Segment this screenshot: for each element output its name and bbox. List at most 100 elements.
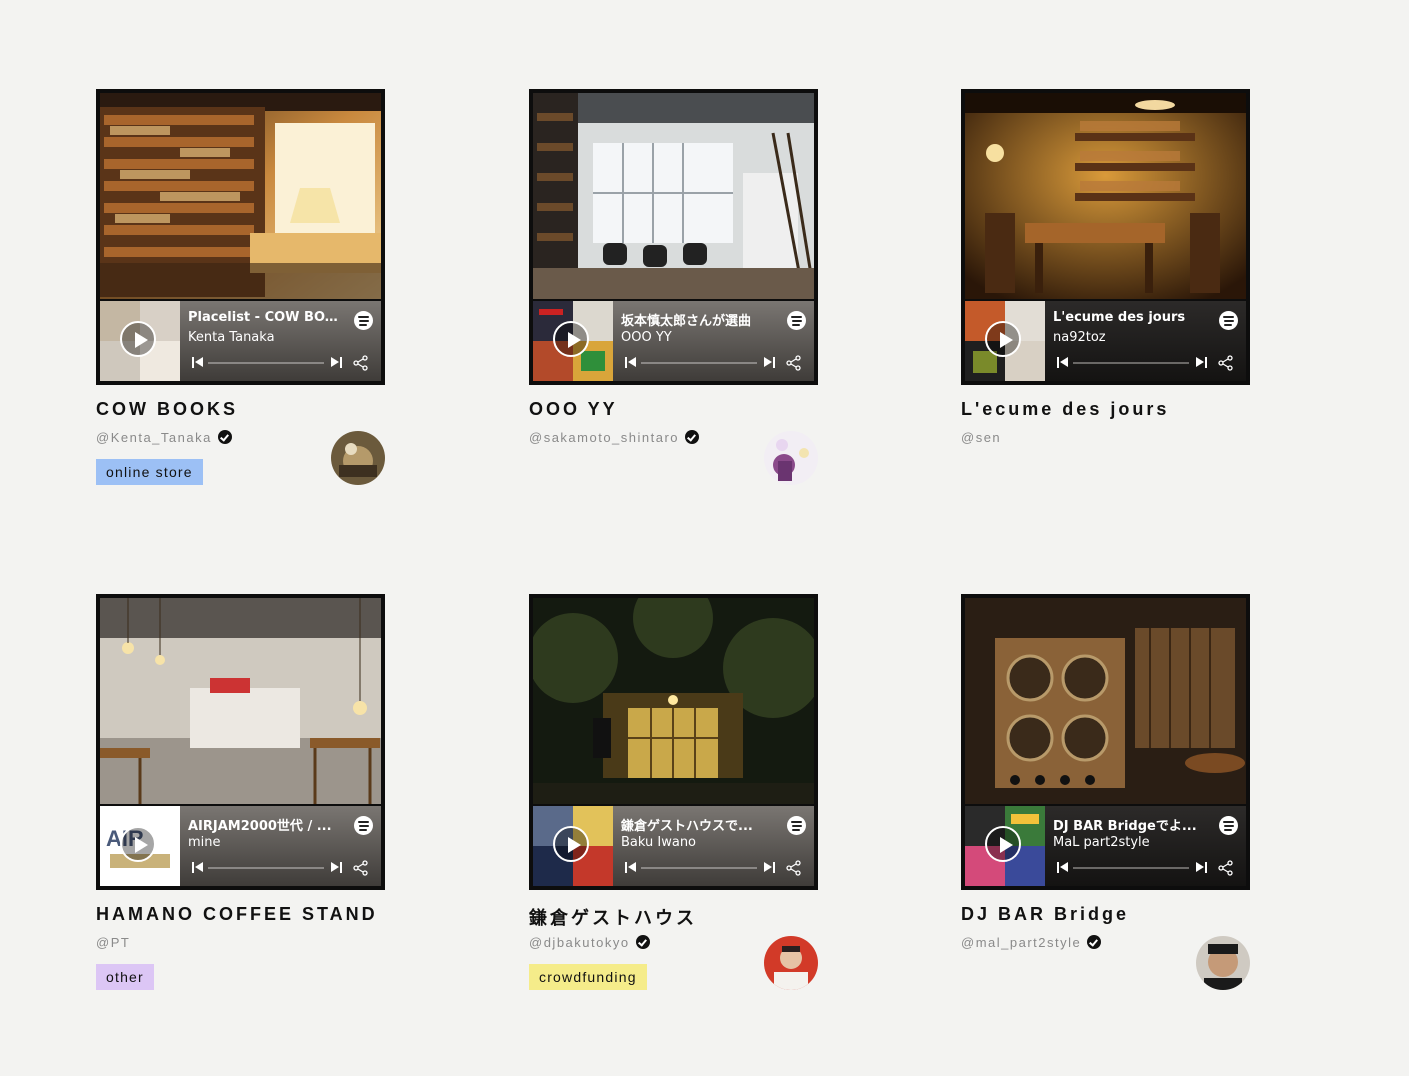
user-handle[interactable]: @PT (96, 935, 130, 950)
avatar[interactable] (764, 936, 818, 990)
previous-track-icon[interactable] (1057, 357, 1068, 368)
venue-photo[interactable] (965, 598, 1246, 804)
progress-bar[interactable] (1073, 867, 1189, 869)
previous-track-icon[interactable] (1057, 862, 1068, 873)
track-artist: MaL part2style (1053, 835, 1150, 850)
spotify-icon[interactable] (1219, 311, 1238, 330)
venue-card: DJ BAR Bridgeでよ... MaL part2style DJ BAR… (961, 594, 1250, 990)
play-icon[interactable] (120, 321, 156, 357)
venue-name[interactable]: DJ BAR Bridge (961, 904, 1129, 925)
play-icon[interactable] (120, 826, 156, 862)
handle-text[interactable]: @PT (96, 935, 130, 950)
next-track-icon[interactable] (764, 862, 775, 873)
venue-photo[interactable] (533, 598, 814, 804)
share-icon[interactable] (1218, 355, 1234, 371)
track-title: DJ BAR Bridgeでよ... (1053, 819, 1197, 834)
share-icon[interactable] (786, 860, 802, 876)
venue-photo[interactable] (100, 93, 381, 299)
venue-photo-frame[interactable]: 鎌倉ゲストハウスで... Baku Iwano (529, 594, 818, 890)
venue-card: 坂本慎太郎さんが選曲 OOO YY OOO YY @sakamoto_shint… (529, 89, 818, 485)
spotify-icon[interactable] (787, 816, 806, 835)
category-tag[interactable]: crowdfunding (529, 964, 647, 990)
play-icon[interactable] (985, 321, 1021, 357)
progress-bar[interactable] (641, 362, 757, 364)
verified-badge-icon (685, 430, 700, 444)
previous-track-icon[interactable] (625, 862, 636, 873)
user-handle[interactable]: @sen (961, 430, 1001, 445)
share-icon[interactable] (786, 355, 802, 371)
previous-track-icon[interactable] (625, 357, 636, 368)
track-title: AIRJAM2000世代 / ... (188, 819, 332, 834)
track-title: 鎌倉ゲストハウスで... (621, 819, 753, 834)
venue-name[interactable]: L'ecume des jours (961, 399, 1169, 420)
venue-photo-frame[interactable]: Placelist - COW BO... Kenta Tanaka (96, 89, 385, 385)
venue-photo[interactable] (100, 598, 381, 804)
venue-name[interactable]: COW BOOKS (96, 399, 238, 420)
category-tag[interactable]: other (96, 964, 154, 990)
venue-name[interactable]: 鎌倉ゲストハウス (529, 904, 697, 930)
spotify-icon[interactable] (787, 311, 806, 330)
avatar[interactable] (1196, 936, 1250, 990)
venue-card: AIR AIRJAM2000世代 / ... mine HAMANO COFFE… (96, 594, 385, 990)
handle-text[interactable]: @Kenta_Tanaka (96, 430, 212, 445)
venue-card: L'ecume des jours na92toz L'ecume des jo… (961, 89, 1250, 445)
previous-track-icon[interactable] (192, 357, 203, 368)
user-handle[interactable]: @sakamoto_shintaro (529, 430, 700, 445)
venue-photo[interactable] (965, 93, 1246, 299)
venue-photo-frame[interactable]: AIR AIRJAM2000世代 / ... mine (96, 594, 385, 890)
share-icon[interactable] (353, 355, 369, 371)
next-track-icon[interactable] (331, 862, 342, 873)
user-handle[interactable]: @mal_part2style (961, 935, 1102, 950)
category-tag[interactable]: online store (96, 459, 203, 485)
progress-bar[interactable] (208, 362, 324, 364)
spotify-player: L'ecume des jours na92toz (965, 301, 1246, 381)
venue-card: Placelist - COW BO... Kenta Tanaka COW B… (96, 89, 385, 485)
venue-photo-frame[interactable]: L'ecume des jours na92toz (961, 89, 1250, 385)
share-icon[interactable] (1218, 860, 1234, 876)
progress-bar[interactable] (641, 867, 757, 869)
venue-photo[interactable] (533, 93, 814, 299)
track-artist: OOO YY (621, 330, 672, 345)
play-icon[interactable] (553, 826, 589, 862)
venue-card: 鎌倉ゲストハウスで... Baku Iwano 鎌倉ゲストハウス @djbaku… (529, 594, 818, 990)
track-title: L'ecume des jours (1053, 310, 1186, 325)
track-artist: mine (188, 835, 221, 850)
spotify-player: 坂本慎太郎さんが選曲 OOO YY (533, 301, 814, 381)
spotify-icon[interactable] (354, 311, 373, 330)
track-artist: na92toz (1053, 330, 1106, 345)
venue-name[interactable]: OOO YY (529, 399, 618, 420)
avatar[interactable] (331, 431, 385, 485)
previous-track-icon[interactable] (192, 862, 203, 873)
avatar[interactable] (764, 431, 818, 485)
venue-photo-frame[interactable]: 坂本慎太郎さんが選曲 OOO YY (529, 89, 818, 385)
handle-text[interactable]: @sakamoto_shintaro (529, 430, 679, 445)
user-handle[interactable]: @Kenta_Tanaka (96, 430, 232, 445)
spotify-player: 鎌倉ゲストハウスで... Baku Iwano (533, 806, 814, 886)
track-artist: Baku Iwano (621, 835, 697, 850)
next-track-icon[interactable] (764, 357, 775, 368)
verified-badge-icon (217, 430, 232, 444)
play-icon[interactable] (553, 321, 589, 357)
spotify-player: DJ BAR Bridgeでよ... MaL part2style (965, 806, 1246, 886)
venue-photo-frame[interactable]: DJ BAR Bridgeでよ... MaL part2style (961, 594, 1250, 890)
next-track-icon[interactable] (1196, 862, 1207, 873)
play-icon[interactable] (985, 826, 1021, 862)
verified-badge-icon (635, 935, 650, 949)
user-handle[interactable]: @djbakutokyo (529, 935, 650, 950)
progress-bar[interactable] (1073, 362, 1189, 364)
handle-text[interactable]: @djbakutokyo (529, 935, 630, 950)
spotify-player: Placelist - COW BO... Kenta Tanaka (100, 301, 381, 381)
spotify-icon[interactable] (1219, 816, 1238, 835)
handle-text[interactable]: @sen (961, 430, 1001, 445)
venue-name[interactable]: HAMANO COFFEE STAND (96, 904, 378, 925)
progress-bar[interactable] (208, 867, 324, 869)
spotify-icon[interactable] (354, 816, 373, 835)
track-artist: Kenta Tanaka (188, 330, 275, 345)
track-title: 坂本慎太郎さんが選曲 (621, 314, 752, 329)
next-track-icon[interactable] (1196, 357, 1207, 368)
handle-text[interactable]: @mal_part2style (961, 935, 1081, 950)
next-track-icon[interactable] (331, 357, 342, 368)
track-title: Placelist - COW BO... (188, 310, 338, 325)
spotify-player: AIR AIRJAM2000世代 / ... mine (100, 806, 381, 886)
share-icon[interactable] (353, 860, 369, 876)
